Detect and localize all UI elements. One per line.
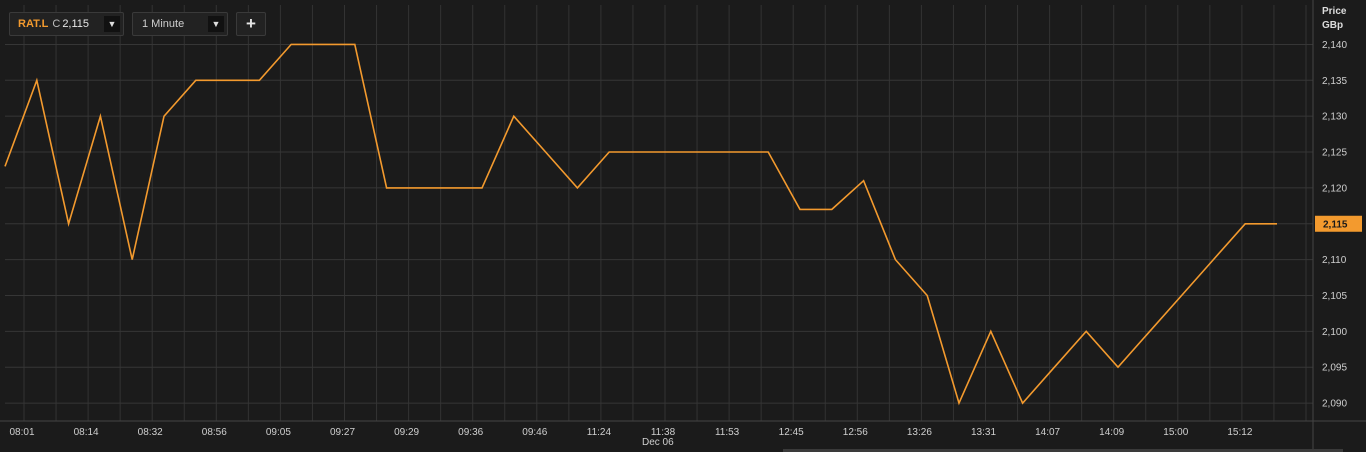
x-tick-label: 09:46: [522, 427, 547, 438]
y-tick-label: 2,100: [1322, 327, 1347, 338]
x-tick-label: 09:05: [266, 427, 291, 438]
chevron-down-icon[interactable]: ▼: [104, 16, 120, 32]
y-tick-label: 2,105: [1322, 291, 1347, 302]
y-tick-label: 2,140: [1322, 40, 1347, 51]
x-tick-label: 09:27: [330, 427, 355, 438]
x-tick-label: 09:36: [458, 427, 483, 438]
x-tick-label: 14:09: [1099, 427, 1124, 438]
instrument-ric: RAT.L: [18, 18, 49, 30]
price-chart[interactable]: 2,090 2,095 2,100 2,105 2,110 2,115 2,120 2,125…: [0, 0, 1366, 452]
chart-toolbar: RAT.L C 2,115 ▼ 1 Minute ▼ +: [9, 12, 266, 38]
interval-selector[interactable]: 1 Minute ▼: [132, 12, 228, 36]
y-tick-label: 2,120: [1322, 183, 1347, 194]
plus-icon: +: [246, 14, 256, 33]
x-tick-label: 15:00: [1163, 427, 1188, 438]
axis-unit-price: Price: [1322, 6, 1347, 17]
x-tick-label: 12:45: [779, 427, 804, 438]
chevron-down-icon[interactable]: ▼: [208, 16, 224, 32]
y-tick-label: 2,130: [1322, 112, 1347, 123]
x-tick-label: 09:29: [394, 427, 419, 438]
y-tick-label: 2,110: [1322, 255, 1347, 266]
instrument-selector[interactable]: RAT.L C 2,115 ▼: [9, 12, 124, 36]
last-price-badge-text: 2,115: [1323, 219, 1348, 230]
last-price-badge: 2,115: [1315, 215, 1362, 232]
plot-background: [0, 0, 1366, 452]
y-tick-label: 2,135: [1322, 76, 1347, 87]
x-tick-label: 08:14: [74, 427, 99, 438]
x-tick-label: 15:12: [1227, 427, 1252, 438]
y-tick-label: 2,125: [1322, 148, 1347, 159]
y-tick-label: 2,095: [1322, 363, 1347, 374]
y-tick-label: 2,090: [1322, 399, 1347, 410]
x-tick-label: 11:53: [715, 427, 740, 438]
x-tick-label: 13:26: [907, 427, 932, 438]
x-tick-label: 13:31: [971, 427, 996, 438]
close-prefix: C: [52, 18, 61, 30]
close-value: 2,115: [62, 18, 90, 30]
interval-value: 1 Minute: [142, 18, 185, 30]
axis-unit-currency: GBp: [1322, 20, 1344, 31]
date-label: Dec 06: [642, 437, 674, 448]
x-tick-label: 08:32: [138, 427, 163, 438]
x-tick-label: 12:56: [843, 427, 868, 438]
x-tick-label: 08:56: [202, 427, 227, 438]
chart-app: 2,090 2,095 2,100 2,105 2,110 2,115 2,120 2,125…: [0, 0, 1366, 452]
add-series-button[interactable]: +: [236, 12, 266, 36]
x-tick-label: 14:07: [1035, 427, 1060, 438]
x-tick-label: 08:01: [9, 427, 34, 438]
x-tick-label: 11:24: [587, 427, 612, 438]
